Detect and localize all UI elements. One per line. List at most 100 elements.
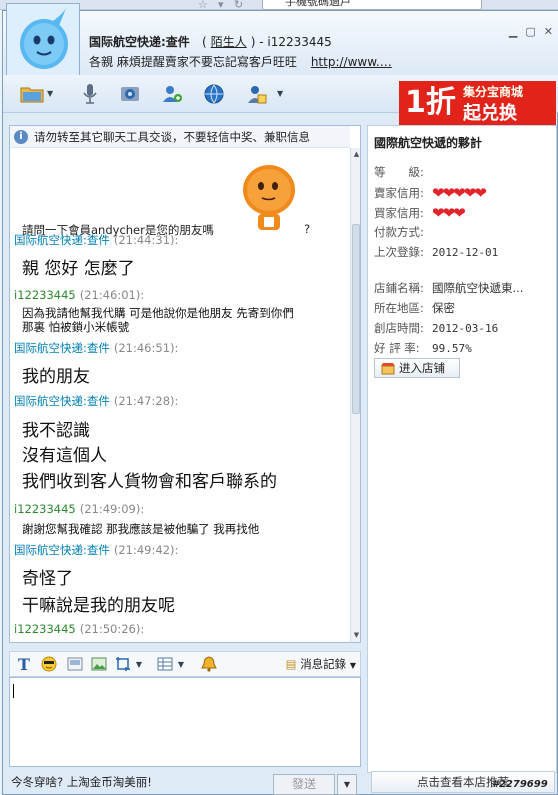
avatar[interactable] — [6, 3, 80, 77]
signature-text: 各親 麻煩提醒賣家不要忘記寫客戶旺旺 — [89, 55, 297, 69]
last-login-value: 2012-12-01 — [432, 246, 499, 259]
chat-scrollbar[interactable]: ▲ ▼ — [350, 148, 360, 642]
screenshot-dropdown-icon[interactable]: ▼ — [134, 655, 144, 673]
question-mark: ? — [304, 222, 311, 236]
ad-shop-name: 集分宝商城 — [463, 85, 524, 99]
shop-name-value[interactable]: 國際航空快遞東... — [432, 281, 523, 295]
message-header: 国际航空快递:查件 (21:46:51): — [14, 340, 178, 356]
message-text: 我不認識 — [22, 421, 90, 441]
font-icon[interactable]: T — [16, 655, 32, 674]
buyer-credit-row: 買家信用: ❤❤❤ — [374, 204, 466, 222]
message-time: (21:49:09): — [79, 502, 145, 516]
ad-banner[interactable]: 1折 集分宝商城 起兑换 — [399, 81, 556, 125]
buyer-credit-label: 買家信用: — [374, 205, 424, 220]
last-login-row: 上次登錄: 2012-12-01 — [374, 244, 498, 260]
history-label: 消息記錄 — [300, 657, 347, 671]
shop-name-label: 店鋪名稱: — [374, 281, 424, 295]
ad-redeem: 起兑换 — [463, 103, 517, 124]
minimize-icon[interactable]: ▁ — [509, 25, 517, 38]
agent-dropdown-icon[interactable]: ▼ — [277, 89, 283, 98]
promo-link[interactable]: 今冬穿啥? 上淘金币淘美丽! — [11, 774, 152, 790]
message-time: (21:47:28): — [113, 394, 179, 408]
browser-tab-strip: ☆ ▾ ↻ 手機號碼過戶 — [0, 0, 558, 11]
emoticon-icon[interactable] — [40, 655, 58, 673]
table-dropdown-icon[interactable]: ▼ — [176, 655, 186, 673]
browser-tab[interactable]: 手機號碼過戶 — [262, 0, 482, 10]
bell-icon[interactable] — [200, 655, 218, 673]
window-title: 国际航空快递:查件 (陌生人) - i12233445 — [89, 33, 332, 50]
screenshot-icon[interactable] — [114, 655, 132, 673]
maximize-icon[interactable]: ▢ — [525, 25, 535, 38]
sender-name[interactable]: i12233445 — [14, 502, 76, 516]
send-button[interactable]: 發送 — [273, 774, 335, 795]
rating-row: 好 評 率: 99.57% — [374, 340, 472, 356]
chat-history[interactable]: i 请勿转至其它聊天工具交谈，不要轻信中奖、兼职信息 請問一下會員andyche… — [9, 125, 361, 643]
chevron-down-icon: ▼ — [349, 661, 356, 670]
message-time: (21:44:31): — [113, 233, 179, 247]
send-picture-icon[interactable] — [90, 655, 108, 673]
microphone-icon[interactable] — [77, 81, 103, 107]
seller-info-panel: 國際航空快遞的夥計 等 級: 賣家信用: ❤❤❤❤❤ 買家信用: ❤❤❤ 付款方式:… — [367, 125, 557, 773]
level-label: 等 級: — [374, 165, 424, 179]
scrollbar-thumb[interactable] — [352, 224, 360, 414]
message-text: 干嘛說是我的朋友呢 — [22, 596, 175, 616]
service-agent-icon[interactable] — [243, 81, 269, 107]
contact-signature: 各親 麻煩提醒賣家不要忘記寫客戶旺旺 http://www.… — [89, 53, 392, 70]
last-login-label: 上次登錄: — [374, 245, 424, 259]
image-icon[interactable] — [66, 655, 84, 673]
wangwang-mascot-icon — [20, 6, 68, 69]
message-text: 沒有這個人 — [22, 446, 107, 466]
title-paren-open: ( — [202, 35, 207, 49]
sender-name[interactable]: i12233445 — [14, 288, 76, 302]
window-header: 国际航空快递:查件 (陌生人) - i12233445 各親 麻煩提醒賣家不要忘… — [3, 3, 558, 77]
camera-icon[interactable] — [117, 81, 143, 107]
scroll-down-icon[interactable]: ▼ — [352, 631, 360, 640]
table-icon[interactable] — [156, 655, 174, 673]
history-icon: ▤ — [285, 657, 297, 671]
message-header: i12233445 (21:46:01): — [14, 288, 144, 302]
orange-mascot-icon — [243, 165, 295, 230]
rating-value: 99.57% — [432, 342, 472, 355]
sender-name[interactable]: 国际航空快递:查件 — [14, 543, 110, 557]
rating-label: 好 評 率: — [374, 341, 420, 355]
stranger-link[interactable]: 陌生人 — [211, 35, 247, 49]
browser-tab-label: 手機號碼過戶 — [285, 0, 351, 8]
level-row: 等 級: — [374, 164, 432, 180]
sender-name[interactable]: 国际航空快递:查件 — [14, 394, 110, 408]
folder-icon[interactable] — [19, 81, 45, 107]
message-text: 親 您好 怎麼了 — [22, 259, 135, 279]
watermark: #2279699 — [492, 779, 548, 790]
sender-name[interactable]: i12233445 — [14, 622, 76, 636]
message-input[interactable] — [9, 677, 361, 767]
created-value: 2012-03-16 — [432, 322, 499, 335]
ad-discount: 1折 — [405, 85, 456, 120]
shop-name-row: 店鋪名稱: 國際航空快遞東... — [374, 280, 523, 296]
message-text: 因為我請他幫我代購 可是他說你是他朋友 先寄到你們 — [22, 306, 294, 320]
seller-credit-row: 賣家信用: ❤❤❤❤❤ — [374, 184, 487, 202]
scroll-up-icon[interactable]: ▲ — [352, 150, 360, 159]
title-paren-close: ) — [250, 35, 256, 49]
close-icon[interactable]: ✕ — [544, 25, 553, 38]
message-text: 我們收到客人貨物會和客戶聯系的 — [22, 472, 277, 492]
payment-row: 付款方式: — [374, 224, 432, 240]
add-contact-icon[interactable] — [159, 81, 185, 107]
seller-credit-label: 賣家信用: — [374, 185, 424, 200]
message-text: 我的朋友 — [22, 367, 90, 387]
send-options-button[interactable]: ▼ — [337, 774, 357, 795]
sender-name[interactable]: 国际航空快递:查件 — [14, 341, 110, 355]
message-history-button[interactable]: ▤ 消息記錄 ▼ — [286, 656, 356, 672]
region-row: 所在地區: 保密 — [374, 300, 455, 316]
enter-shop-button[interactable]: 进入店铺 — [374, 358, 460, 378]
globe-icon[interactable] — [201, 81, 227, 107]
message-time: (21:50:26): — [79, 622, 145, 636]
shop-icon — [381, 362, 395, 374]
message-text: 奇怪了 — [22, 569, 73, 589]
window-controls: ▁ ▢ ✕ — [509, 25, 553, 38]
signature-link[interactable]: http://www.… — [311, 55, 392, 69]
message-text: 那裏 怕被鎖小米帳號 — [22, 320, 130, 334]
folder-dropdown-icon[interactable]: ▼ — [47, 89, 53, 98]
region-value: 保密 — [432, 301, 455, 315]
sender-name[interactable]: 国际航空快递:查件 — [14, 233, 110, 247]
message-time: (21:49:42): — [113, 543, 179, 557]
message-time: (21:46:01): — [79, 288, 145, 302]
